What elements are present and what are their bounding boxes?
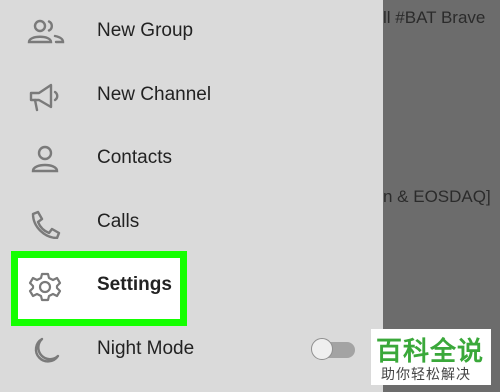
gear-icon	[28, 272, 62, 302]
watermark-subtitle: 助你轻松解决	[381, 366, 471, 382]
navigation-drawer: New Group New Channel Contacts Calls Set…	[0, 0, 383, 392]
person-icon	[31, 145, 59, 173]
menu-item-label: Calls	[97, 211, 140, 232]
watermark-title: 百科全说	[376, 336, 485, 366]
menu-item-new-group[interactable]: New Group	[0, 8, 383, 58]
menu-item-settings[interactable]: Settings	[0, 262, 383, 312]
menu-item-label: Settings	[97, 274, 172, 295]
people-icon	[27, 19, 65, 44]
phone-icon	[31, 210, 61, 239]
menu-item-label: Contacts	[97, 147, 172, 168]
moon-icon	[34, 337, 60, 363]
menu-item-label: New Group	[97, 20, 194, 41]
menu-item-calls[interactable]: Calls	[0, 199, 383, 249]
megaphone-icon	[29, 83, 59, 112]
chat-snippet: ll #BAT Brave	[383, 8, 486, 27]
watermark-logo: 百科全说 助你轻松解决	[371, 329, 491, 385]
menu-item-label: Night Mode	[97, 338, 195, 359]
menu-item-new-channel[interactable]: New Channel	[0, 72, 383, 122]
menu-item-contacts[interactable]: Contacts	[0, 135, 383, 185]
night-mode-toggle[interactable]	[311, 338, 355, 362]
toggle-knob	[311, 338, 333, 360]
chat-snippet: n & EOSDAQ]	[383, 187, 491, 206]
menu-item-label: New Channel	[97, 84, 212, 105]
